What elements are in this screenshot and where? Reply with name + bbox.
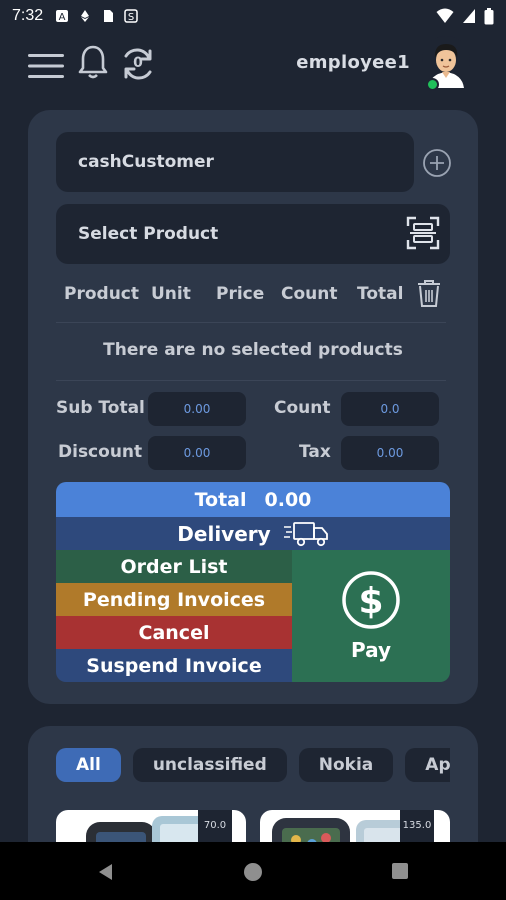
category-all[interactable]: All (56, 748, 121, 782)
username: employee1 (296, 52, 410, 73)
column-unit: Unit (151, 284, 191, 304)
sync-button[interactable]: 0 (120, 46, 156, 82)
product-table-header: Product Unit Price Count Total (56, 280, 466, 310)
home-icon[interactable] (243, 862, 263, 882)
back-icon[interactable] (96, 862, 116, 882)
order-list-button[interactable]: Order List (56, 550, 292, 583)
delivery-truck-icon (283, 521, 328, 546)
bell-icon[interactable] (78, 44, 108, 80)
order-panel: cashCustomer Select Product Product Unit… (28, 110, 478, 704)
column-count: Count (281, 284, 338, 304)
column-price: Price (216, 284, 265, 304)
suspend-invoice-button[interactable]: Suspend Invoice (56, 649, 292, 682)
column-product: Product (64, 284, 139, 304)
product-search-field[interactable]: Select Product (56, 204, 450, 264)
system-navigation-bar (0, 842, 506, 900)
dollar-icon: $ (342, 571, 400, 629)
subtotal-value: 0.00 (148, 392, 246, 426)
count-value: 0.0 (341, 392, 439, 426)
sync-count: 0 (133, 55, 143, 71)
column-total: Total (357, 284, 404, 304)
svg-text:$: $ (358, 581, 383, 622)
app-notification-icon: A (56, 10, 69, 23)
pay-label: Pay (350, 638, 392, 662)
battery-icon (484, 7, 494, 24)
category-unclassified[interactable]: unclassified (132, 748, 287, 782)
customer-name: cashCustomer (78, 152, 214, 172)
total-bar: Total 0.00 (56, 482, 450, 517)
tax-value: 0.00 (341, 436, 439, 470)
online-status-dot (426, 78, 439, 91)
cancel-button[interactable]: Cancel (56, 616, 292, 649)
trash-icon[interactable] (416, 278, 442, 308)
status-bar: 7:32 A S (0, 0, 506, 32)
checkout-actions: Total 0.00 Delivery Order List Pending I… (56, 482, 450, 682)
product-placeholder: Select Product (78, 224, 219, 244)
barcode-scan-icon[interactable] (406, 216, 440, 250)
total-value: 0.00 (264, 488, 312, 511)
status-time: 7:32 (12, 7, 44, 24)
recents-icon[interactable] (391, 862, 409, 880)
sim-icon (104, 10, 114, 22)
empty-products-message: There are no selected products (103, 340, 403, 360)
menu-icon[interactable] (28, 52, 64, 80)
discount-label: Discount (58, 442, 143, 462)
divider (56, 380, 446, 381)
customer-select[interactable]: cashCustomer (56, 132, 414, 192)
signal-icon (463, 9, 475, 23)
wifi-icon (436, 8, 454, 23)
svg-text:S: S (128, 12, 134, 23)
svg-text:A: A (59, 12, 66, 23)
discount-input[interactable]: 0.00 (148, 436, 246, 470)
category-nokia[interactable]: Nokia (298, 748, 394, 782)
category-tabs: All unclassified Nokia App (56, 748, 450, 782)
tax-label: Tax (299, 442, 331, 462)
category-app[interactable]: App (405, 748, 450, 782)
delivery-button[interactable]: Delivery (56, 517, 450, 550)
add-customer-icon[interactable] (422, 148, 452, 178)
pending-invoices-button[interactable]: Pending Invoices (56, 583, 292, 616)
delivery-label: Delivery (177, 521, 271, 546)
ethereum-icon (81, 10, 90, 22)
subtotal-label: Sub Total (56, 398, 145, 418)
total-label: Total (194, 488, 247, 511)
pay-button[interactable]: $ Pay (292, 550, 450, 682)
divider (56, 322, 446, 323)
s-badge-icon: S (124, 9, 138, 23)
app-bar: 0 employee1 (0, 36, 506, 96)
count-label: Count (274, 398, 331, 418)
